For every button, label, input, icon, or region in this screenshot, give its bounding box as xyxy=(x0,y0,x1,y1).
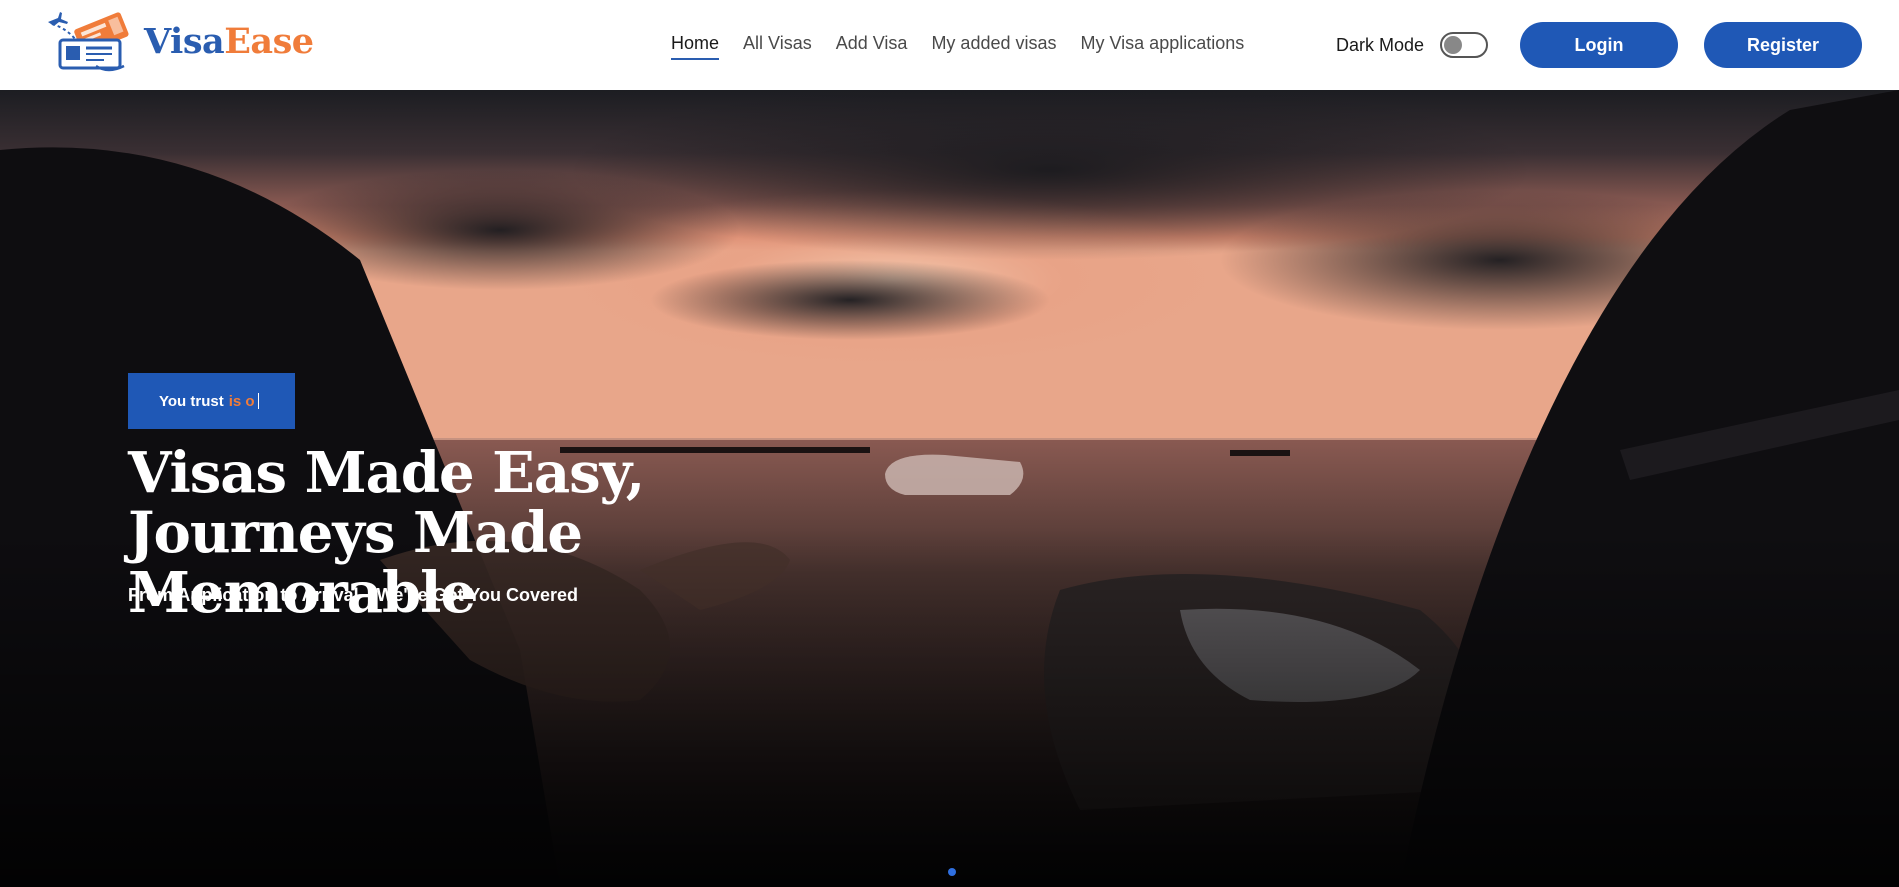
dark-mode-control: Dark Mode xyxy=(1336,32,1489,58)
login-button[interactable]: Login xyxy=(1520,22,1678,68)
badge-accent-text: is o xyxy=(228,392,255,410)
badge-text: You trust xyxy=(159,392,224,410)
nav-item-add-visa[interactable]: Add Visa xyxy=(836,33,908,60)
brand-logo[interactable]: VisaEase xyxy=(46,10,314,72)
dark-mode-label: Dark Mode xyxy=(1336,34,1425,55)
brand-name-part2: Ease xyxy=(224,20,314,62)
hero-typing-badge: You trust is o xyxy=(128,373,295,429)
hero-banner: You trust is o Visas Made Easy, Journeys… xyxy=(0,90,1899,887)
passport-plane-logo-icon xyxy=(48,12,129,72)
carousel-dot-active[interactable] xyxy=(948,868,956,876)
brand-name: VisaEase xyxy=(144,24,314,59)
nav-item-home[interactable]: Home xyxy=(671,33,720,60)
nav-item-my-visa-applications[interactable]: My Visa applications xyxy=(1081,33,1245,60)
register-button[interactable]: Register xyxy=(1704,22,1862,68)
toggle-knob xyxy=(1444,36,1463,54)
main-nav: Home All Visas Add Visa My added visas M… xyxy=(671,33,1268,60)
nav-item-all-visas[interactable]: All Visas xyxy=(743,33,812,60)
hero-subheadline: From Application to Arrival—We've Got Yo… xyxy=(128,585,579,605)
site-header: VisaEase Home All Visas Add Visa My adde… xyxy=(0,0,1899,90)
nav-item-my-added-visas[interactable]: My added visas xyxy=(931,33,1056,60)
dark-mode-toggle[interactable] xyxy=(1440,32,1489,58)
brand-name-part1: Visa xyxy=(144,20,225,62)
typing-caret xyxy=(257,393,259,409)
